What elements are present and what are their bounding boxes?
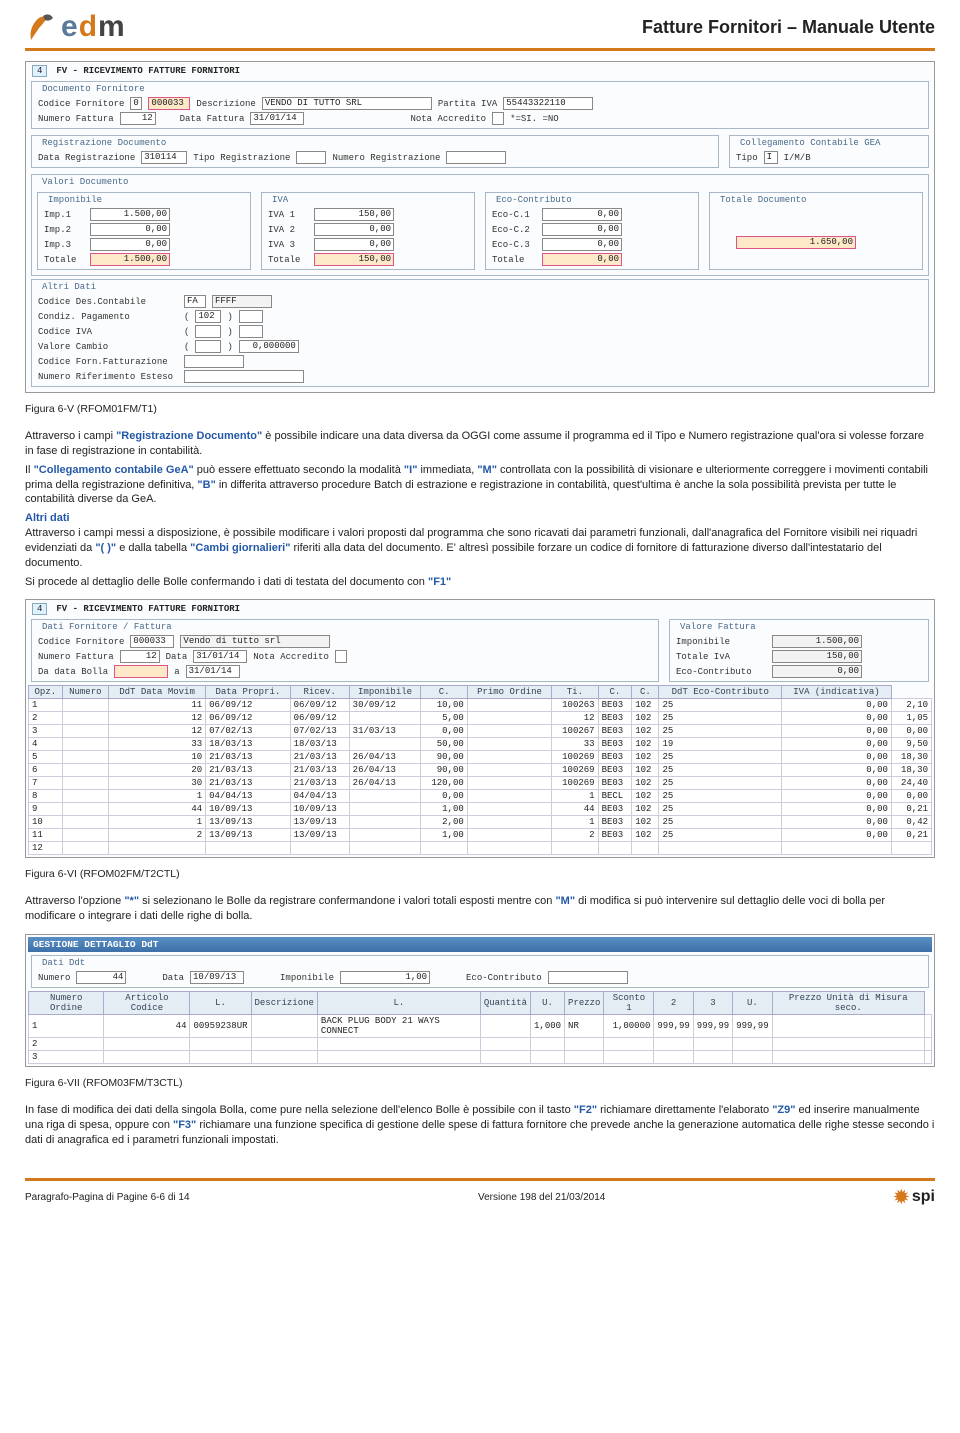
tipo-gea-input[interactable]: I: [764, 151, 778, 164]
table-row[interactable]: 21206/09/1206/09/125,0012BE03102250,001,…: [29, 712, 932, 725]
dettaglio-table: Numero OrdineArticolo CodiceL.Descrizion…: [28, 991, 932, 1064]
descont-a-input[interactable]: FA: [184, 295, 206, 308]
table-row[interactable]: 8104/04/1304/04/130,001BECL102250,000,00: [29, 790, 932, 803]
figure-caption-1: Figura 6-V (RFOM01FM/T1): [25, 403, 935, 415]
paragraph: Attraverso i campi "Registrazione Docume…: [25, 429, 935, 459]
iva-tot: 150,00: [314, 253, 394, 266]
table-row[interactable]: 31207/02/1307/02/1331/03/130,00100267BE0…: [29, 725, 932, 738]
codice-fornitore-input[interactable]: 000033: [148, 97, 190, 110]
totale-documento: 1.650,00: [736, 236, 856, 249]
forn-fatt-input[interactable]: [184, 355, 244, 368]
table-row[interactable]: 12: [29, 842, 932, 855]
screenshot-1: 4FV - RICEVIMENTO FATTURE FORNITORI Docu…: [25, 61, 935, 393]
window-title: FV - RICEVIMENTO FATTURE FORNITORI: [56, 66, 240, 76]
eco-tot: 0,00: [542, 253, 622, 266]
bolle-table: Opz.NumeroDdT Data MovimData Propri.Rice…: [28, 685, 932, 855]
figure-caption-3: Figura 6-VII (RFOM03FM/T3CTL): [25, 1077, 935, 1089]
doc-title: Fatture Fornitori – Manuale Utente: [642, 17, 935, 38]
table-row[interactable]: 51021/03/1321/03/1326/04/1390,00100269BE…: [29, 751, 932, 764]
page-header: edm Fatture Fornitori – Manuale Utente: [25, 10, 935, 51]
ddt-eco-input[interactable]: [548, 971, 628, 984]
data-input[interactable]: 31/01/14: [193, 650, 247, 663]
data-reg-input[interactable]: 310114: [141, 151, 187, 164]
ddt-imp-input[interactable]: 1,00: [340, 971, 430, 984]
imp3-input[interactable]: 0,00: [90, 238, 170, 251]
table-row[interactable]: 62021/03/1321/03/1326/04/1390,00100269BE…: [29, 764, 932, 777]
tab-number: 4: [32, 603, 47, 615]
cambio-input[interactable]: 0,000000: [239, 340, 299, 353]
table-row[interactable]: 43318/03/1318/03/1350,0033BE03102190,009…: [29, 738, 932, 751]
table-row[interactable]: 3: [29, 1051, 932, 1064]
iva1-input[interactable]: 150,00: [314, 208, 394, 221]
window-title: GESTIONE DETTAGLIO DdT: [28, 937, 932, 952]
iva2-input[interactable]: 0,00: [314, 223, 394, 236]
iva3-input[interactable]: 0,00: [314, 238, 394, 251]
data-fattura-input[interactable]: 31/01/14: [250, 112, 304, 125]
paragraph: In fase di modifica dei dati della singo…: [25, 1103, 935, 1148]
paragraph: Attraverso l'opzione "*" si selezionano …: [25, 894, 935, 924]
da-data-bolla-input[interactable]: [114, 665, 168, 678]
gear-icon: ✹: [894, 1187, 909, 1208]
tab-number: 4: [32, 65, 47, 77]
footer-left: Paragrafo-Pagina di Pagine 6-6 di 14: [25, 1192, 190, 1203]
condiz-pag-input[interactable]: 102: [195, 310, 221, 323]
window-title: FV - RICEVIMENTO FATTURE FORNITORI: [56, 604, 240, 614]
ddt-data-input[interactable]: 10/09/13: [190, 971, 244, 984]
eco3-input[interactable]: 0,00: [542, 238, 622, 251]
nf-input[interactable]: 12: [120, 650, 160, 663]
edm-logo: edm: [25, 10, 126, 44]
screenshot-3: GESTIONE DETTAGLIO DdT Dati Ddt Numero44…: [25, 934, 935, 1067]
eco1-input[interactable]: 0,00: [542, 208, 622, 221]
figure-caption-2: Figura 6-VI (RFOM02FM/T2CTL): [25, 868, 935, 880]
table-row[interactable]: 94410/09/1310/09/131,0044BE03102250,000,…: [29, 803, 932, 816]
codice-iva-input[interactable]: [195, 325, 221, 338]
rif-esteso-input[interactable]: [184, 370, 304, 383]
piva-input[interactable]: 55443322110: [503, 97, 593, 110]
num-reg-input[interactable]: [446, 151, 506, 164]
imp1-input[interactable]: 1.500,00: [90, 208, 170, 221]
paragraph: Si procede al dettaglio delle Bolle conf…: [25, 575, 935, 590]
screenshot-2: 4FV - RICEVIMENTO FATTURE FORNITORI Dati…: [25, 599, 935, 858]
page-footer: Paragrafo-Pagina di Pagine 6-6 di 14 Ver…: [25, 1178, 935, 1208]
table-row[interactable]: 2: [29, 1038, 932, 1051]
numero-fattura-input[interactable]: 12: [120, 112, 156, 125]
nota-accredito-input[interactable]: [492, 112, 504, 125]
cf-input[interactable]: 000033: [130, 635, 174, 648]
eco2-input[interactable]: 0,00: [542, 223, 622, 236]
footer-mid: Versione 198 del 21/03/2014: [478, 1192, 605, 1203]
table-row[interactable]: 14400959238URBACK PLUG BODY 21 WAYS CONN…: [29, 1015, 932, 1038]
paragraph: Il "Collegamento contabile GeA" può esse…: [25, 463, 935, 508]
paragraph: Altri datiAttraverso i campi messi a dis…: [25, 511, 935, 570]
imp2-input[interactable]: 0,00: [90, 223, 170, 236]
table-row[interactable]: 73021/03/1321/03/1326/04/13120,00100269B…: [29, 777, 932, 790]
table-row[interactable]: 11106/09/1206/09/1230/09/1210,00100263BE…: [29, 699, 932, 712]
tipo-reg-input[interactable]: [296, 151, 326, 164]
table-row[interactable]: 10113/09/1313/09/132,001BE03102250,000,4…: [29, 816, 932, 829]
table-row[interactable]: 11213/09/1313/09/131,002BE03102250,000,2…: [29, 829, 932, 842]
spi-logo: ✹spi: [894, 1187, 935, 1208]
imp-tot: 1.500,00: [90, 253, 170, 266]
a-data-bolla-input[interactable]: 31/01/14: [186, 665, 240, 678]
ddt-num-input[interactable]: 44: [76, 971, 126, 984]
descrizione-input[interactable]: VENDO DI TUTTO SRL: [262, 97, 432, 110]
